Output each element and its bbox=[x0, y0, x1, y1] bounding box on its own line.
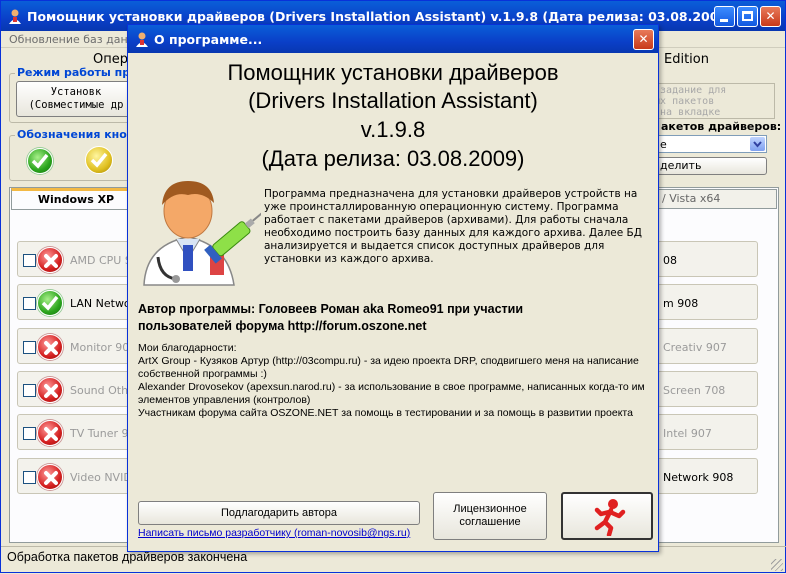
driver-error-icon bbox=[37, 334, 63, 360]
legend-ok-icon bbox=[27, 148, 53, 174]
maximize-icon bbox=[742, 11, 753, 21]
dialog-thanks-3: Участникам форума сайта OSZONE.NET за по… bbox=[138, 407, 633, 419]
thank-author-button[interactable]: Подлагодарить автора bbox=[138, 501, 420, 525]
driver-error-icon bbox=[37, 464, 63, 490]
mode-button[interactable]: Установк (Совместимые др bbox=[16, 81, 136, 117]
driver-checkbox[interactable] bbox=[23, 427, 36, 440]
dialog-heading-line2: (Drivers Installation Assistant) bbox=[248, 88, 538, 113]
task-hint: ь задание для ных пакетов в на вкладке bbox=[641, 83, 775, 119]
driver-label: Sound Othe bbox=[70, 384, 128, 397]
packs-label: акетов драйверов: bbox=[661, 120, 782, 133]
dialog-heading-line4: (Дата релиза: 03.08.2009) bbox=[261, 146, 525, 171]
driver-label-right: m 908 bbox=[663, 297, 699, 310]
driver-checkbox[interactable] bbox=[23, 254, 36, 267]
minimize-icon bbox=[720, 19, 728, 22]
operations-label: Опер bbox=[93, 52, 128, 67]
dialog-thanks-2: Alexander Drovosekov (apexsun.narod.ru) … bbox=[138, 381, 645, 406]
packs-select[interactable]: е bbox=[641, 135, 767, 153]
resize-grip-icon[interactable] bbox=[771, 559, 783, 571]
driver-error-icon bbox=[37, 377, 63, 403]
driver-label-right: Intel 907 bbox=[663, 427, 712, 440]
driver-label: Video NVID bbox=[70, 471, 128, 484]
driver-label: TV Tuner 90 bbox=[70, 427, 128, 440]
dialog-title: О программе... bbox=[154, 32, 263, 47]
menu-update-db[interactable]: Обновление баз данны bbox=[9, 33, 144, 46]
dialog-app-icon bbox=[136, 32, 148, 47]
driver-ok-icon bbox=[37, 290, 63, 316]
tab-vista-x64[interactable]: / Vista x64 bbox=[657, 189, 777, 209]
driver-error-icon bbox=[37, 420, 63, 446]
dialog-author-line2: пользователей форума http://forum.oszone… bbox=[138, 319, 427, 333]
running-man-icon bbox=[594, 499, 626, 536]
driver-label-right: Network 908 bbox=[663, 471, 734, 484]
driver-label-right: Creativ 907 bbox=[663, 341, 727, 354]
email-developer-link[interactable]: Написать письмо разработчику (roman-novo… bbox=[138, 527, 410, 539]
chevron-down-icon[interactable] bbox=[750, 137, 765, 151]
edition-label: Edition bbox=[664, 52, 709, 67]
exit-button[interactable] bbox=[561, 492, 653, 540]
driver-checkbox[interactable] bbox=[23, 297, 36, 310]
legend-group-label: Обозначения кноп bbox=[15, 128, 137, 141]
license-line2: соглашение bbox=[459, 516, 521, 528]
dialog-description: Программа предназначена для установки др… bbox=[264, 188, 642, 265]
close-icon: ✕ bbox=[765, 9, 776, 23]
driver-label-right: 08 bbox=[663, 254, 677, 267]
mode-button-line1: Установк bbox=[50, 86, 102, 98]
driver-label: Monitor 908 bbox=[70, 341, 128, 354]
app-icon bbox=[9, 9, 21, 24]
doctor-syringe-icon bbox=[143, 181, 261, 286]
license-line1: Лицензионное bbox=[453, 503, 527, 515]
maximize-button[interactable] bbox=[737, 6, 758, 27]
main-window-title: Помощник установки драйверов (Drivers In… bbox=[27, 9, 733, 24]
mode-button-line2: (Совместимые др bbox=[28, 99, 124, 111]
dialog-thanks-title: Мои благодарности: bbox=[138, 342, 237, 354]
close-button[interactable]: ✕ bbox=[760, 6, 781, 27]
driver-label: LAN Netwo bbox=[70, 297, 128, 310]
mode-group-label: Режим работы прог bbox=[15, 66, 146, 79]
dialog-heading-line3: v.1.9.8 bbox=[360, 117, 426, 142]
dialog-close-button[interactable]: ✕ bbox=[633, 29, 654, 50]
packs-select-value: е bbox=[660, 138, 667, 151]
dialog-author-line1: Автор программы: Головеев Роман aka Rome… bbox=[138, 302, 524, 316]
tab-windows-xp[interactable]: Windows XP bbox=[11, 188, 141, 210]
driver-label: AMD CPU Se bbox=[70, 254, 128, 267]
driver-error-icon bbox=[37, 247, 63, 273]
dialog-title-bar[interactable]: О программе... ✕ bbox=[128, 25, 658, 53]
driver-checkbox[interactable] bbox=[23, 384, 36, 397]
select-button[interactable]: делить bbox=[641, 157, 767, 175]
license-button[interactable]: Лицензионное соглашение bbox=[433, 492, 547, 540]
dialog-close-icon: ✕ bbox=[638, 32, 649, 46]
driver-label-right: Screen 708 bbox=[663, 384, 726, 397]
dialog-heading-line1: Помощник установки драйверов bbox=[227, 60, 559, 85]
status-text: Обработка пакетов драйверов закончена bbox=[7, 550, 248, 564]
driver-checkbox[interactable] bbox=[23, 471, 36, 484]
dialog-thanks-1: ArtX Group - Кузяков Артур (http://03com… bbox=[138, 355, 639, 380]
driver-checkbox[interactable] bbox=[23, 341, 36, 354]
minimize-button[interactable] bbox=[714, 6, 735, 27]
about-dialog: О программе... ✕ Помощник установки драй… bbox=[127, 24, 659, 552]
legend-warning-icon bbox=[85, 146, 113, 174]
